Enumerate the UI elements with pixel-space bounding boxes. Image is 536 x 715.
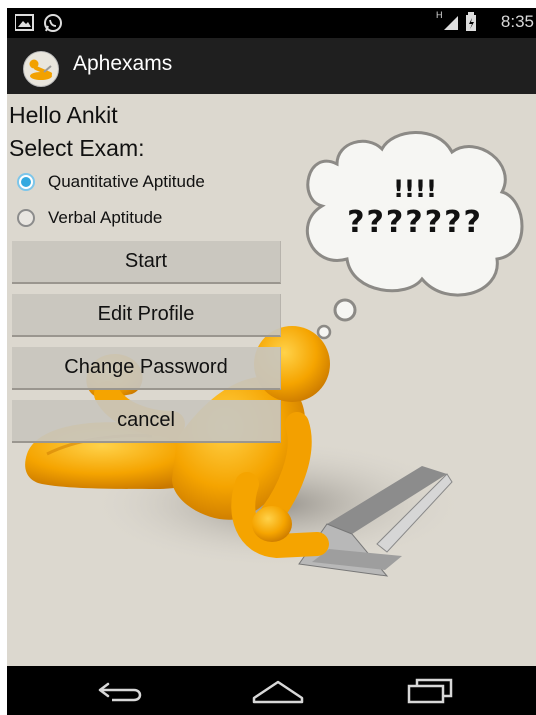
status-right: H 8:35 <box>424 10 534 34</box>
exam-option-label: Verbal Aptitude <box>48 208 163 227</box>
select-exam-label: Select Exam: <box>9 135 145 161</box>
exclamation-text: !!!! <box>393 175 437 203</box>
exam-option-verbal[interactable]: Verbal Aptitude <box>17 204 162 232</box>
battery-icon <box>466 12 476 31</box>
change-password-button[interactable]: Change Password <box>12 347 281 390</box>
start-button[interactable]: Start <box>12 241 281 284</box>
app-title: Aphexams <box>73 52 173 75</box>
signal-icon <box>444 16 458 30</box>
whatsapp-icon <box>44 14 62 32</box>
exam-option-quantitative[interactable]: Quantitative Aptitude <box>17 168 205 196</box>
status-bar: H 8:35 <box>7 8 536 38</box>
thought-bubble-text: !!!! ??????? <box>335 174 495 242</box>
greeting-text: Hello Ankit <box>9 102 118 128</box>
phone-screen: H 8:35 Aphexams !!!! ??????? Hello Ankit… <box>7 8 536 715</box>
radio-unchecked-icon[interactable] <box>17 209 35 227</box>
radio-checked-icon[interactable] <box>17 173 35 191</box>
recents-icon[interactable] <box>405 676 457 706</box>
home-icon[interactable] <box>250 676 306 706</box>
navigation-bar <box>7 666 536 715</box>
question-text: ??????? <box>347 205 483 240</box>
edit-profile-button[interactable]: Edit Profile <box>12 294 281 337</box>
clock: 8:35 <box>500 12 534 31</box>
gallery-icon <box>14 14 34 31</box>
notification-icons <box>14 14 62 32</box>
app-logo-icon[interactable] <box>23 51 59 87</box>
action-bar: Aphexams <box>7 38 536 94</box>
main-content: !!!! ??????? Hello Ankit Select Exam: Qu… <box>7 94 536 666</box>
exam-option-label: Quantitative Aptitude <box>48 172 205 191</box>
cancel-button[interactable]: cancel <box>12 400 281 443</box>
back-icon[interactable] <box>94 676 148 706</box>
status-left-icons <box>14 13 75 37</box>
